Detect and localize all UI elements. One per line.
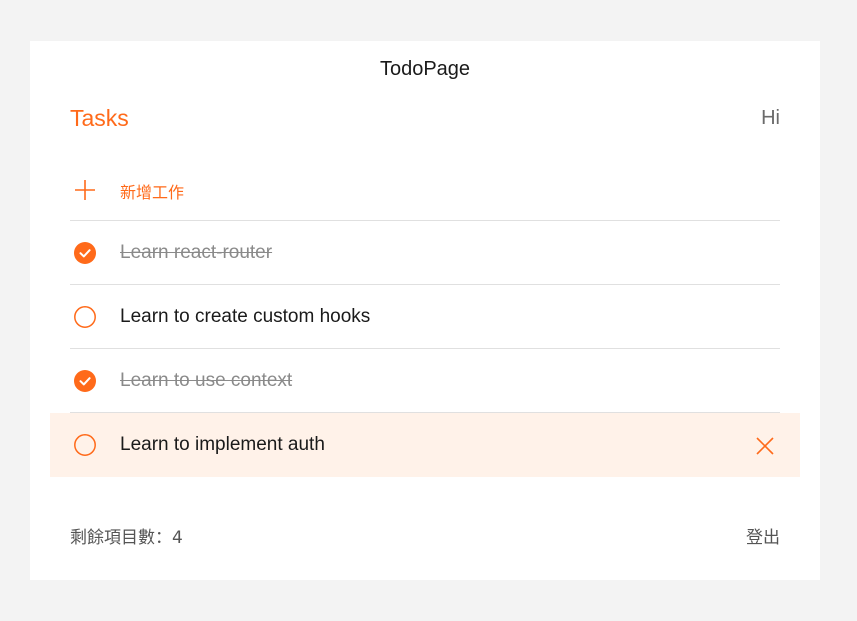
task-item: Learn to create custom hooks (50, 285, 800, 349)
task-list: Learn react-router Learn to create custo… (50, 221, 800, 477)
task-text: Learn to create custom hooks (120, 306, 371, 327)
checked-circle-icon[interactable] (74, 370, 96, 392)
task-text: Learn react-router (120, 242, 273, 263)
task-item: Learn to use context (50, 349, 800, 413)
add-task-label: 新增工作 (120, 183, 185, 202)
plus-icon (75, 180, 95, 200)
task-text: Learn to use context (120, 370, 293, 391)
page-title: TodoPage (379, 58, 471, 80)
remaining-count: 剩餘項目數：4 (70, 528, 183, 548)
logout-button[interactable]: 登出 (746, 523, 780, 548)
task-item: Learn react-router (50, 221, 800, 285)
unchecked-circle-icon[interactable] (74, 306, 96, 328)
unchecked-circle-icon[interactable] (74, 434, 96, 456)
checked-circle-icon[interactable] (74, 242, 96, 264)
tasks-heading: Tasks (70, 105, 129, 131)
user-greeting: Hi (761, 107, 780, 129)
add-task-button[interactable]: 新增工作 (70, 161, 780, 221)
todo-card: TodoPage Tasks Hi 新增工作 Learn react-route… (30, 41, 820, 580)
task-item: Learn to implement auth (50, 413, 800, 477)
close-icon[interactable] (756, 437, 774, 455)
task-text: Learn to implement auth (120, 434, 325, 455)
